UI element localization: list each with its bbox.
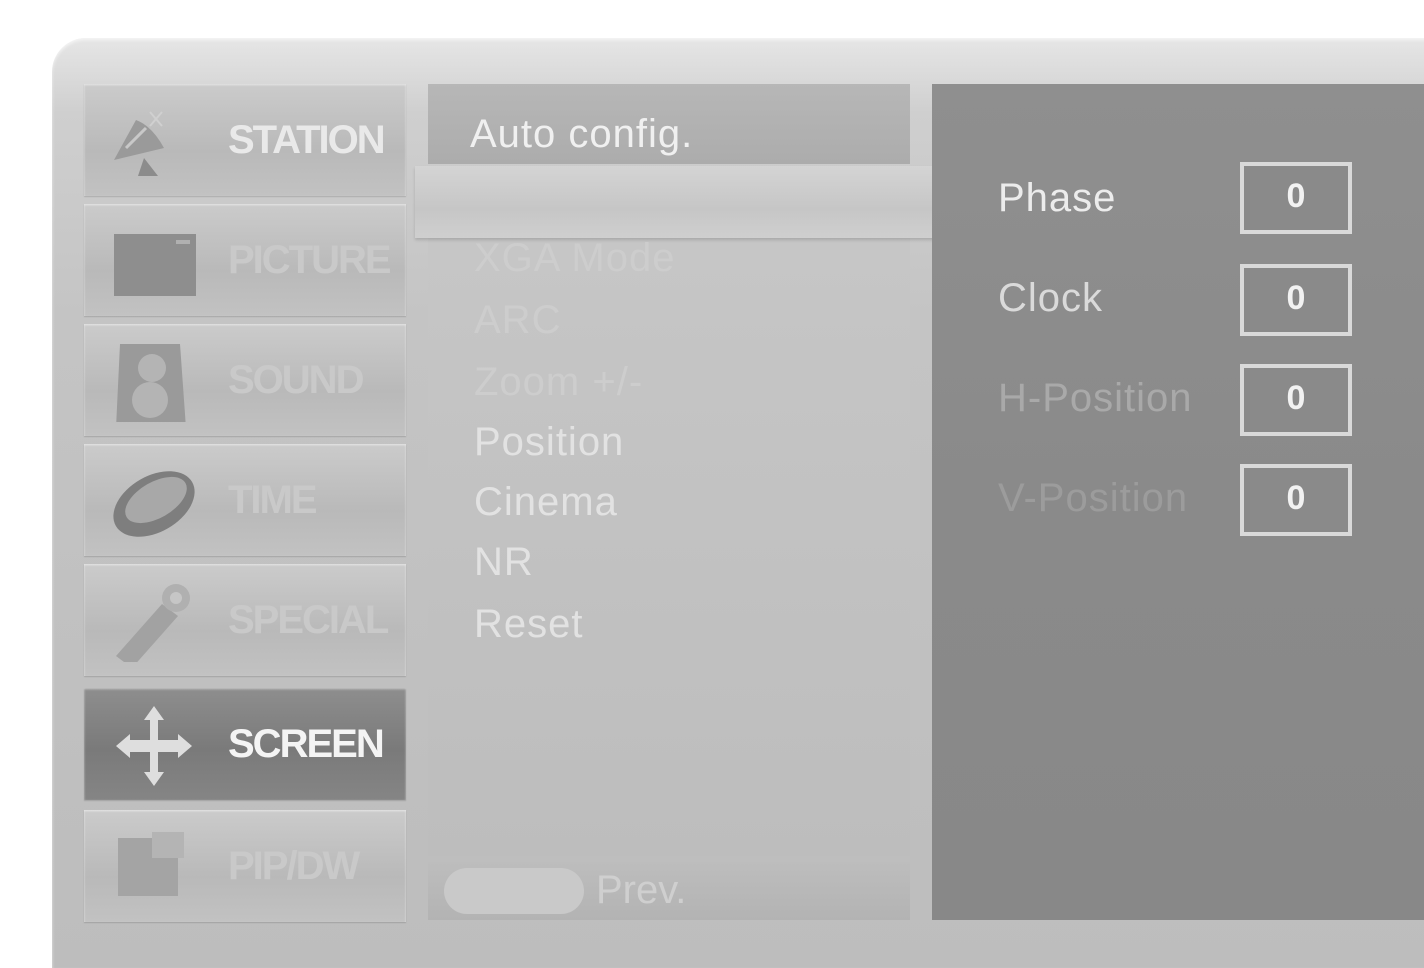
clock-icon [113, 471, 195, 537]
move-arrows-icon [116, 706, 192, 786]
satellite-dish-icon [114, 111, 164, 176]
menu-item-xga-mode[interactable]: XGA Mode [474, 236, 675, 281]
tab-station[interactable]: STATION [84, 84, 406, 196]
v-position-value-box[interactable]: 0 [1240, 464, 1352, 536]
menu-item-position[interactable]: Position [474, 420, 624, 465]
menu-item-zoom[interactable]: Zoom +/- [474, 360, 643, 405]
tab-label: TIME [228, 478, 318, 522]
tv-screen-icon [114, 234, 196, 296]
menu-item-nr[interactable]: NR [474, 540, 534, 585]
menu-item-cinema[interactable]: Cinema [474, 480, 618, 525]
tab-label: PICTURE [228, 238, 392, 282]
wrench-icon [116, 584, 190, 662]
menu-item-reset[interactable]: Reset [474, 602, 584, 647]
tab-picture[interactable]: PICTURE [84, 204, 406, 316]
tab-pip-dw[interactable]: PIP/DW [84, 810, 406, 922]
tab-label: SPECIAL [228, 598, 389, 642]
speaker-icon [116, 344, 186, 422]
h-position-label: H-Position [998, 376, 1193, 420]
phase-value-box[interactable]: 0 [1240, 162, 1352, 234]
tab-special[interactable]: SPECIAL [84, 564, 406, 676]
tab-time[interactable]: TIME [84, 444, 406, 556]
clock-label: Clock [998, 276, 1104, 320]
tab-screen[interactable]: SCREEN [84, 688, 406, 800]
tab-label: PIP/DW [228, 844, 360, 888]
tab-label: SCREEN [228, 722, 385, 766]
prev-button-pill[interactable] [444, 868, 584, 914]
tab-label: STATION [228, 118, 386, 162]
h-position-value-box[interactable]: 0 [1240, 364, 1352, 436]
menu-item-auto-config[interactable]: Auto config. [470, 112, 693, 157]
phase-label: Phase [998, 176, 1117, 220]
tab-sound[interactable]: SOUND [84, 324, 406, 436]
tab-label: SOUND [228, 358, 364, 402]
menu-item-arc[interactable]: ARC [474, 298, 561, 343]
v-position-label: V-Position [998, 476, 1189, 520]
pip-window-icon [118, 832, 184, 896]
menu-selection-highlight [415, 166, 940, 238]
clock-value-box[interactable]: 0 [1240, 264, 1352, 336]
prev-label: Prev. [596, 868, 687, 912]
